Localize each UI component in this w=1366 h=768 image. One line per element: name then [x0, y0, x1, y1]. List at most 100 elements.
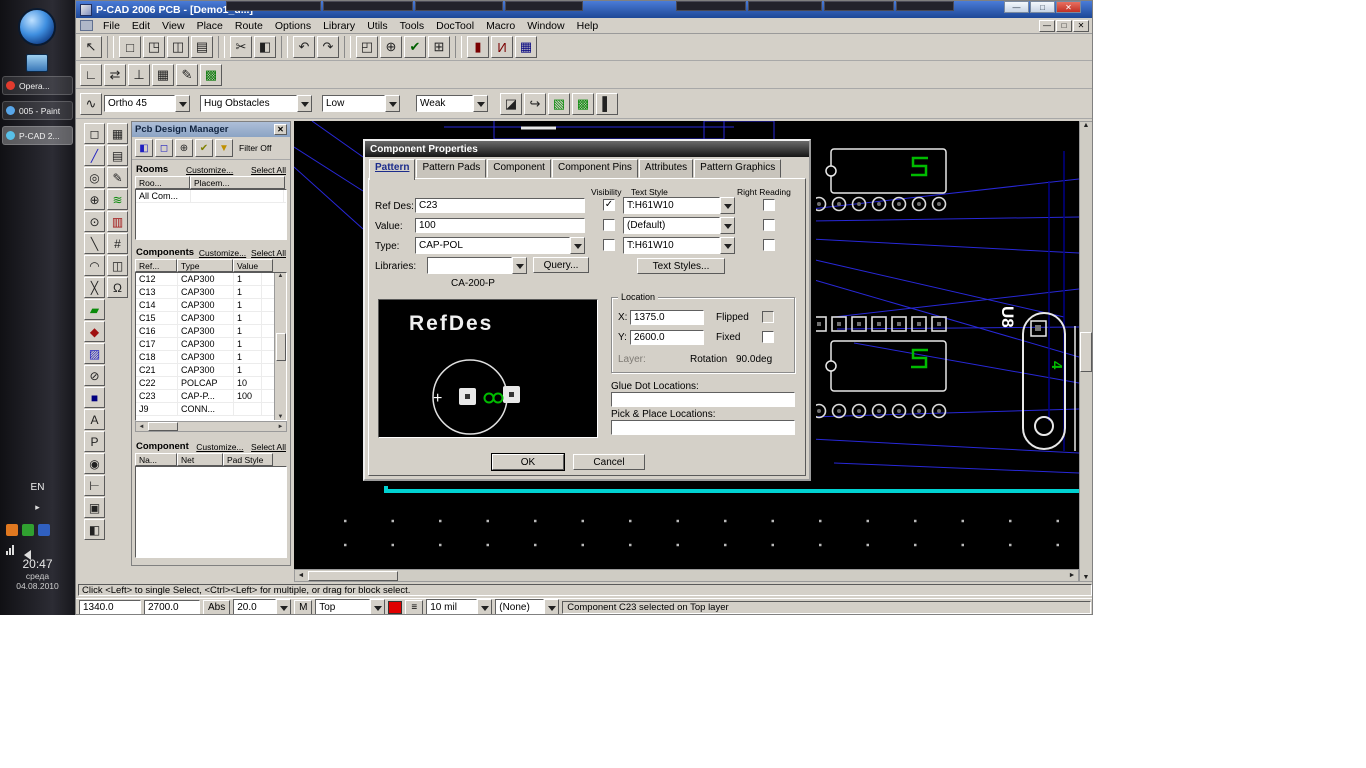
place-dimension-icon[interactable]: ⊢: [84, 475, 105, 496]
scrollbar-thumb[interactable]: [275, 332, 286, 361]
edit-tool-icon[interactable]: ✎: [107, 167, 128, 188]
mdi-restore-button[interactable]: □: [1056, 19, 1072, 32]
tray-expand-icon[interactable]: ▸: [0, 502, 75, 513]
glue-dot-field[interactable]: [611, 392, 795, 407]
rooms-select-all-link[interactable]: Select All: [251, 165, 286, 175]
background-window-fragment[interactable]: [748, 1, 822, 11]
scrollbar-thumb[interactable]: [1080, 331, 1092, 372]
edit-route-icon[interactable]: ◪: [500, 92, 522, 115]
place-polygon-icon[interactable]: ▰: [84, 299, 105, 320]
scroll-up-icon[interactable]: ▲: [1083, 122, 1090, 129]
refdes-right-reading-checkbox[interactable]: [763, 199, 775, 211]
route-swap-icon[interactable]: ⇄: [104, 63, 126, 86]
editor-vscrollbar[interactable]: ▲ ▼: [1079, 121, 1092, 582]
dm-highlight-icon[interactable]: ✔: [195, 139, 213, 157]
scroll-right-icon[interactable]: ►: [1066, 572, 1078, 579]
obstacle-mode-select[interactable]: Hug Obstacles: [200, 95, 312, 112]
background-window-fragment[interactable]: [676, 1, 746, 11]
type-style-select[interactable]: T:H61W10: [623, 237, 735, 254]
undo-icon[interactable]: ↶: [293, 36, 315, 58]
pick-place-field[interactable]: [611, 420, 795, 435]
priority-select[interactable]: Low: [322, 95, 400, 112]
menu-item[interactable]: Tools: [394, 20, 431, 32]
restore-button[interactable]: □: [1030, 1, 1055, 13]
component-row[interactable]: C13 CAP300 1: [136, 286, 286, 299]
fixed-checkbox[interactable]: [762, 331, 774, 343]
measure-tool-icon[interactable]: Ω: [107, 277, 128, 298]
route-table-icon[interactable]: ▦: [152, 63, 174, 86]
macro-icon[interactable]: И: [491, 36, 513, 58]
grid-toggle-icon[interactable]: ▦: [107, 123, 128, 144]
mdi-close-button[interactable]: ✕: [1073, 19, 1089, 32]
measure-icon[interactable]: ⊞: [428, 36, 450, 58]
close-button[interactable]: ✕: [1056, 1, 1081, 13]
print-icon[interactable]: ▤: [191, 36, 213, 58]
rooms-list[interactable]: All Com...: [135, 189, 287, 240]
dm-filter-icon[interactable]: ▼: [215, 139, 233, 157]
route-corner-icon[interactable]: ∟: [80, 63, 102, 86]
taskbar-app-button[interactable]: Opera...: [2, 76, 73, 95]
column-header[interactable]: Placem...: [190, 176, 285, 189]
menu-item[interactable]: Edit: [126, 20, 156, 32]
pattern-view-icon[interactable]: ▦: [515, 36, 537, 58]
menu-item[interactable]: Library: [317, 20, 361, 32]
layers-button[interactable]: ≡: [405, 599, 424, 614]
place-attribute-icon[interactable]: P: [84, 431, 105, 452]
save-icon[interactable]: ◫: [167, 36, 189, 58]
component-row[interactable]: C15 CAP300 1: [136, 312, 286, 325]
flipped-checkbox[interactable]: [762, 311, 774, 323]
refdes-style-select[interactable]: T:H61W10: [623, 197, 735, 214]
column-header[interactable]: Type: [177, 259, 233, 272]
design-manager-close-icon[interactable]: ✕: [274, 124, 287, 135]
select-mask-select[interactable]: (None): [495, 599, 560, 614]
scroll-down-icon[interactable]: ▼: [278, 414, 284, 420]
taskbar-clock[interactable]: 20:47 среда 04.08.2010: [0, 557, 75, 591]
strength-select[interactable]: Weak: [416, 95, 488, 112]
drc-icon[interactable]: ✔: [404, 36, 426, 58]
open-icon[interactable]: ◳: [143, 36, 165, 58]
tray-icon-blue[interactable]: [38, 524, 50, 536]
background-window-fragment[interactable]: [505, 1, 583, 11]
cancel-button[interactable]: Cancel: [573, 454, 645, 470]
menu-item[interactable]: Macro: [480, 20, 521, 32]
tray-icon-orange[interactable]: [6, 524, 18, 536]
dialog-tab[interactable]: Attributes: [638, 159, 694, 178]
place-text-icon[interactable]: A: [84, 409, 105, 430]
filter-status-label[interactable]: Filter Off: [239, 143, 271, 153]
libraries-select[interactable]: [427, 257, 527, 274]
route-edit-icon[interactable]: ✎: [176, 63, 198, 86]
route-t-icon[interactable]: ⊥: [128, 63, 150, 86]
component-row[interactable]: C14 CAP300 1: [136, 299, 286, 312]
minimize-button[interactable]: —: [1004, 1, 1029, 13]
background-window-fragment[interactable]: [226, 1, 321, 11]
place-detail-icon[interactable]: ◧: [84, 519, 105, 540]
component-row[interactable]: C18 CAP300 1: [136, 351, 286, 364]
ortho-mode-select[interactable]: Ortho 45: [104, 95, 190, 112]
scroll-right-icon[interactable]: ►: [275, 424, 286, 430]
density-icon[interactable]: ▧: [548, 92, 570, 115]
dialog-tab[interactable]: Pattern: [369, 159, 416, 180]
taskbar-pinned-icon[interactable]: [26, 54, 48, 72]
redo-icon[interactable]: ↷: [317, 36, 339, 58]
mdi-minimize-button[interactable]: —: [1039, 19, 1055, 32]
background-window-fragment[interactable]: [415, 1, 503, 11]
component-row[interactable]: J9 CONN...: [136, 403, 286, 416]
start-button[interactable]: [18, 8, 56, 46]
menu-item[interactable]: Place: [191, 20, 229, 32]
refdes-field[interactable]: [415, 198, 585, 213]
scroll-up-icon[interactable]: ▲: [278, 273, 284, 279]
type-visibility-checkbox[interactable]: [603, 239, 615, 251]
dialog-tab[interactable]: Pattern Graphics: [694, 159, 782, 178]
scroll-left-icon[interactable]: ◄: [295, 572, 307, 579]
refdes-visibility-checkbox[interactable]: [603, 199, 615, 211]
abs-rel-button[interactable]: Abs: [203, 599, 231, 614]
components-list[interactable]: ▲ ▼ C12 CAP300 1 C13 CAP300 1 C14 CAP300…: [135, 272, 287, 421]
background-window-fragment[interactable]: [323, 1, 413, 11]
place-cutout-icon[interactable]: ╳: [84, 277, 105, 298]
value-field[interactable]: [415, 218, 585, 233]
design-manager-titlebar[interactable]: Pcb Design Manager ✕: [132, 122, 290, 137]
components-hscrollbar[interactable]: ◄ ►: [135, 421, 287, 432]
zoom-window-icon[interactable]: ◰: [356, 36, 378, 58]
component-row[interactable]: C22 POLCAP 10: [136, 377, 286, 390]
menu-item[interactable]: File: [97, 20, 126, 32]
